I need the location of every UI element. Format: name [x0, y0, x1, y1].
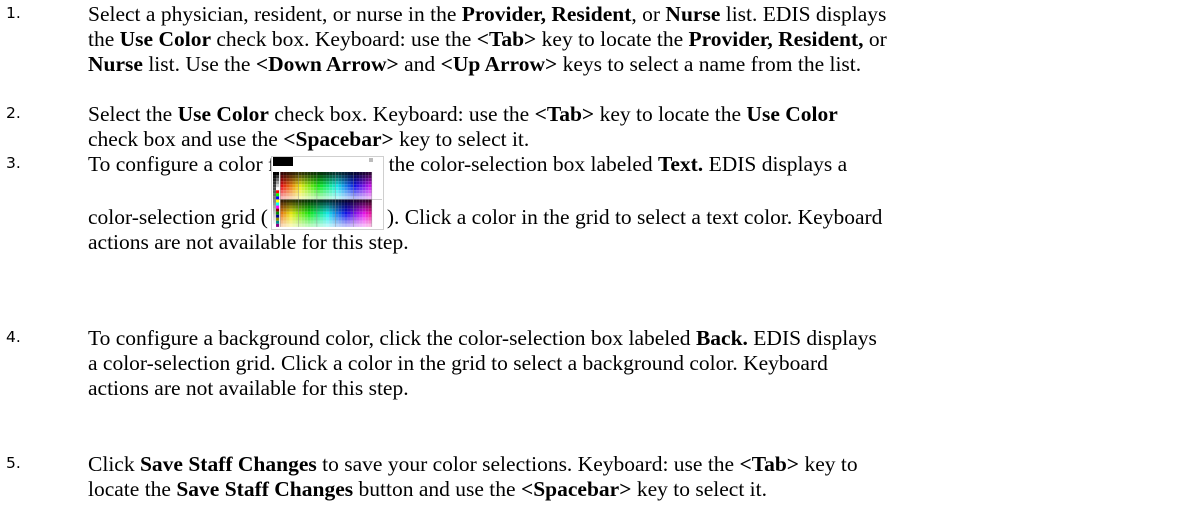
text-segment: key to: [799, 452, 858, 476]
text-line: actions are not available for this step.: [88, 230, 1196, 255]
text-segment: and: [398, 52, 441, 76]
text-segment: keys to select a name from the list.: [557, 52, 862, 76]
text-line: Click Save Staff Changes to save your co…: [88, 452, 1196, 477]
text-segment: button and use the: [353, 477, 521, 501]
bold-term: <Tab>: [476, 27, 537, 51]
text-segment: actions are not available for this step.: [88, 376, 409, 400]
text-segment: actions are not available for this step.: [88, 230, 409, 254]
step-text-tail: actions are not available for this step.: [88, 230, 1196, 255]
step-number: 2.: [6, 104, 21, 122]
bold-term: <Tab>: [739, 452, 800, 476]
text-segment: check box. Keyboard: use the: [268, 102, 535, 126]
text-segment: key to select it.: [393, 127, 530, 151]
bold-term: Use Color: [177, 102, 269, 126]
step-text: To configure a background color, click t…: [88, 326, 1196, 401]
text-line: a color-selection grid. Click a color in…: [88, 351, 1196, 376]
bold-term: Save Staff Changes: [176, 477, 354, 501]
text-segment: Click: [88, 452, 140, 476]
bold-term: <Down Arrow>: [255, 52, 399, 76]
bold-term: Provider, Resident,: [688, 27, 864, 51]
text-segment: Select a physician, resident, or nurse i…: [88, 2, 462, 26]
text-segment: Select the: [88, 102, 178, 126]
bold-term: Save Staff Changes: [139, 452, 317, 476]
text-segment: list. EDIS displays: [720, 2, 887, 26]
text-segment: to save your color selections. Keyboard:…: [316, 452, 740, 476]
bold-term: Use Color: [746, 102, 838, 126]
text-segment: check box and use the: [88, 127, 284, 151]
color-grid-icon: [270, 156, 384, 230]
text-segment: or: [863, 27, 887, 51]
grid-text-before: color-selection grid (: [88, 205, 268, 229]
text-line: locate the Save Staff Changes button and…: [88, 477, 1196, 502]
document-page: 1. Select a physician, resident, or nurs…: [0, 0, 1200, 506]
text-segment: , or: [631, 2, 666, 26]
text-line: actions are not available for this step.: [88, 376, 1196, 401]
text-segment: list. Use the: [142, 52, 256, 76]
bold-term: <Up Arrow>: [440, 52, 558, 76]
bold-term: Nurse: [88, 52, 143, 76]
text-line: Select a physician, resident, or nurse i…: [88, 2, 1196, 27]
step-text: Select the Use Color check box. Keyboard…: [88, 102, 1196, 152]
text-line: Nurse list. Use the <Down Arrow> and <Up…: [88, 52, 1196, 77]
bold-term: <Spacebar>: [520, 477, 632, 501]
bold-term: Provider, Resident: [461, 2, 632, 26]
grid-text-after: ). Click a color in the grid to select a…: [386, 205, 883, 229]
bold-term: Nurse: [665, 2, 721, 26]
bold-term: Back.: [695, 326, 748, 350]
step-number: 1.: [6, 4, 21, 22]
text-line: Select the Use Color check box. Keyboard…: [88, 102, 1196, 127]
text-line: check box and use the <Spacebar> key to …: [88, 127, 1196, 152]
step-text: Select a physician, resident, or nurse i…: [88, 2, 1196, 77]
step-text: To configure a color for text, click the…: [88, 152, 1196, 255]
step-number: 5.: [6, 454, 21, 472]
text-line: the Use Color check box. Keyboard: use t…: [88, 27, 1196, 52]
bold-term: <Spacebar>: [283, 127, 394, 151]
step-number: 3.: [6, 154, 21, 172]
step-number: 4.: [6, 328, 21, 346]
text-segment: key to locate the: [594, 102, 747, 126]
bold-term: Use Color: [119, 27, 212, 51]
bold-term: <Tab>: [534, 102, 595, 126]
text-segment: key to select it.: [631, 477, 767, 501]
text-segment: the: [88, 27, 120, 51]
text-segment: a color-selection grid. Click a color in…: [88, 351, 828, 375]
text-segment: locate the: [88, 477, 177, 501]
text-segment: check box. Keyboard: use the: [211, 27, 477, 51]
text-line: To configure a background color, click t…: [88, 326, 1196, 351]
color-grid-line: color-selection grid ( ). Click a color i…: [88, 156, 1196, 230]
text-segment: EDIS displays: [747, 326, 877, 350]
step-text: Click Save Staff Changes to save your co…: [88, 452, 1196, 502]
text-segment: To configure a background color, click t…: [88, 326, 696, 350]
text-segment: key to locate the: [536, 27, 689, 51]
